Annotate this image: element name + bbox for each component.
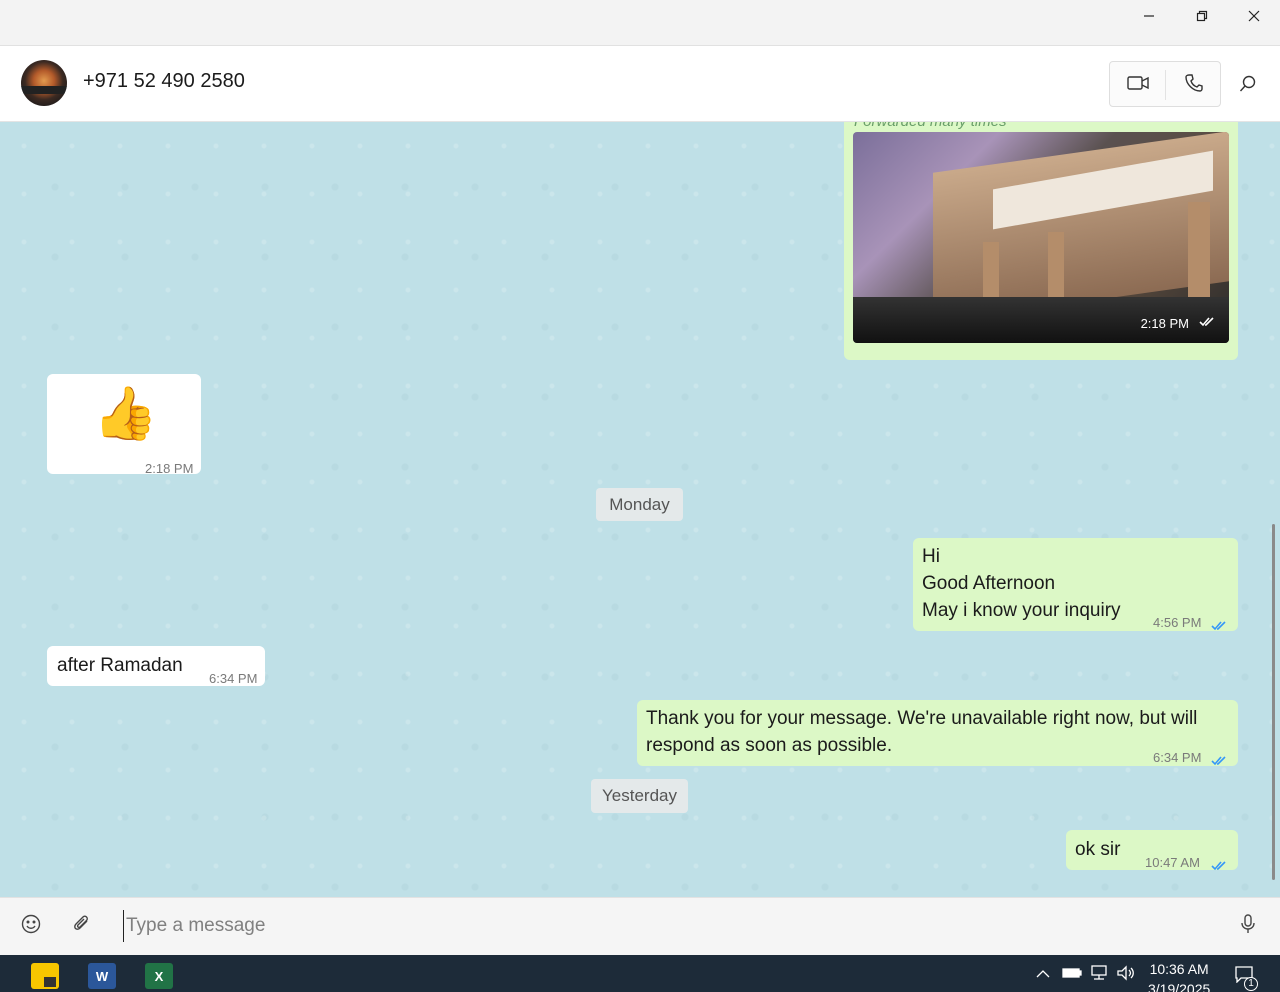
message-composer	[0, 897, 1280, 955]
search-button[interactable]	[1236, 74, 1260, 98]
message-time: 6:34 PM	[209, 671, 258, 686]
chat-scrollbar[interactable]	[1272, 524, 1275, 880]
chat-messages-area[interactable]: Forwarded many times 2:18 PM 👍 2:18 PM M…	[0, 122, 1280, 897]
video-camera-icon	[1127, 75, 1149, 96]
network-icon	[1089, 964, 1109, 984]
window-title-bar	[0, 0, 1280, 46]
message-line: Hi	[922, 546, 940, 567]
battery-icon	[1062, 966, 1082, 982]
notifications-button[interactable]: 1	[1232, 963, 1258, 991]
greeting-message[interactable]: Hi Good Afternoon May i know your inquir…	[913, 538, 1238, 631]
photo-message[interactable]: Forwarded many times 2:18 PM	[844, 122, 1238, 360]
incoming-text-message[interactable]: after Ramadan 6:34 PM	[47, 646, 265, 686]
read-ticks-icon	[1211, 852, 1228, 879]
message-text: ok sir	[1075, 839, 1121, 860]
contact-name[interactable]: +971 52 490 2580	[83, 70, 245, 93]
chevron-up-icon	[1036, 966, 1050, 982]
show-hidden-icons-button[interactable]	[1034, 963, 1052, 985]
sticky-notes-app[interactable]	[31, 963, 59, 989]
message-time: 10:47 AM	[1145, 855, 1200, 870]
volume-indicator[interactable]	[1115, 963, 1137, 985]
notification-count-badge: 1	[1244, 977, 1258, 991]
message-line: Thank you for your message. We're unavai…	[646, 708, 1198, 729]
message-time: 2:18 PM	[1140, 316, 1189, 331]
taskbar-clock[interactable]: 10:36 AM 3/19/2025	[1148, 959, 1210, 992]
message-line: Good Afternoon	[922, 573, 1056, 594]
voice-message-button[interactable]	[1236, 913, 1260, 939]
phone-icon	[1185, 73, 1203, 97]
emoji-message[interactable]: 👍 2:18 PM	[47, 374, 201, 476]
network-indicator[interactable]	[1088, 963, 1110, 985]
emoji-button[interactable]	[19, 914, 43, 938]
thumbs-up-emoji: 👍	[93, 385, 158, 443]
divider	[1165, 70, 1166, 100]
date-separator: Monday	[596, 488, 683, 521]
contact-avatar[interactable]	[21, 60, 67, 106]
excel-icon: X	[154, 968, 164, 984]
search-icon	[1239, 75, 1257, 98]
auto-reply-message[interactable]: Thank you for your message. We're unavai…	[637, 700, 1238, 766]
clock-date: 3/19/2025	[1148, 981, 1211, 992]
voice-call-button[interactable]	[1180, 72, 1208, 98]
message-line: respond as soon as possible.	[646, 735, 893, 756]
message-time: 2:18 PM	[145, 461, 194, 476]
minimize-button[interactable]	[1122, 0, 1175, 36]
message-time: 6:34 PM	[1153, 750, 1202, 765]
read-ticks-icon	[1211, 612, 1228, 639]
speaker-icon	[1116, 964, 1136, 984]
excel-app[interactable]: X	[145, 963, 173, 989]
message-line: May i know your inquiry	[922, 600, 1121, 621]
restore-button[interactable]	[1175, 0, 1228, 36]
minimize-icon	[1143, 9, 1155, 27]
read-ticks-icon	[1211, 747, 1228, 774]
clock-time: 10:36 AM	[1149, 961, 1209, 977]
message-time: 4:56 PM	[1153, 615, 1202, 630]
outgoing-text-message[interactable]: ok sir 10:47 AM	[1066, 830, 1238, 871]
video-call-button[interactable]	[1124, 72, 1152, 98]
shared-photo[interactable]: 2:18 PM	[853, 132, 1229, 343]
microphone-icon	[1240, 913, 1256, 939]
message-input[interactable]	[123, 910, 1203, 942]
windows-taskbar: W X 10:36 AM 3/19/2025 1	[0, 955, 1280, 992]
read-ticks-icon	[1199, 308, 1215, 335]
battery-indicator[interactable]	[1061, 963, 1083, 985]
sticky-notes-icon	[44, 977, 56, 987]
word-app[interactable]: W	[88, 963, 116, 989]
restore-icon	[1196, 9, 1208, 27]
word-icon: W	[95, 968, 109, 984]
close-window-button[interactable]	[1227, 0, 1280, 36]
attach-button[interactable]	[70, 914, 94, 938]
date-separator: Yesterday	[591, 779, 688, 813]
message-text: after Ramadan	[57, 655, 183, 676]
emoji-icon	[21, 914, 41, 939]
close-icon	[1248, 9, 1260, 27]
call-buttons-group	[1109, 61, 1221, 107]
paperclip-icon	[73, 915, 91, 938]
chat-header: +971 52 490 2580	[0, 46, 1280, 122]
